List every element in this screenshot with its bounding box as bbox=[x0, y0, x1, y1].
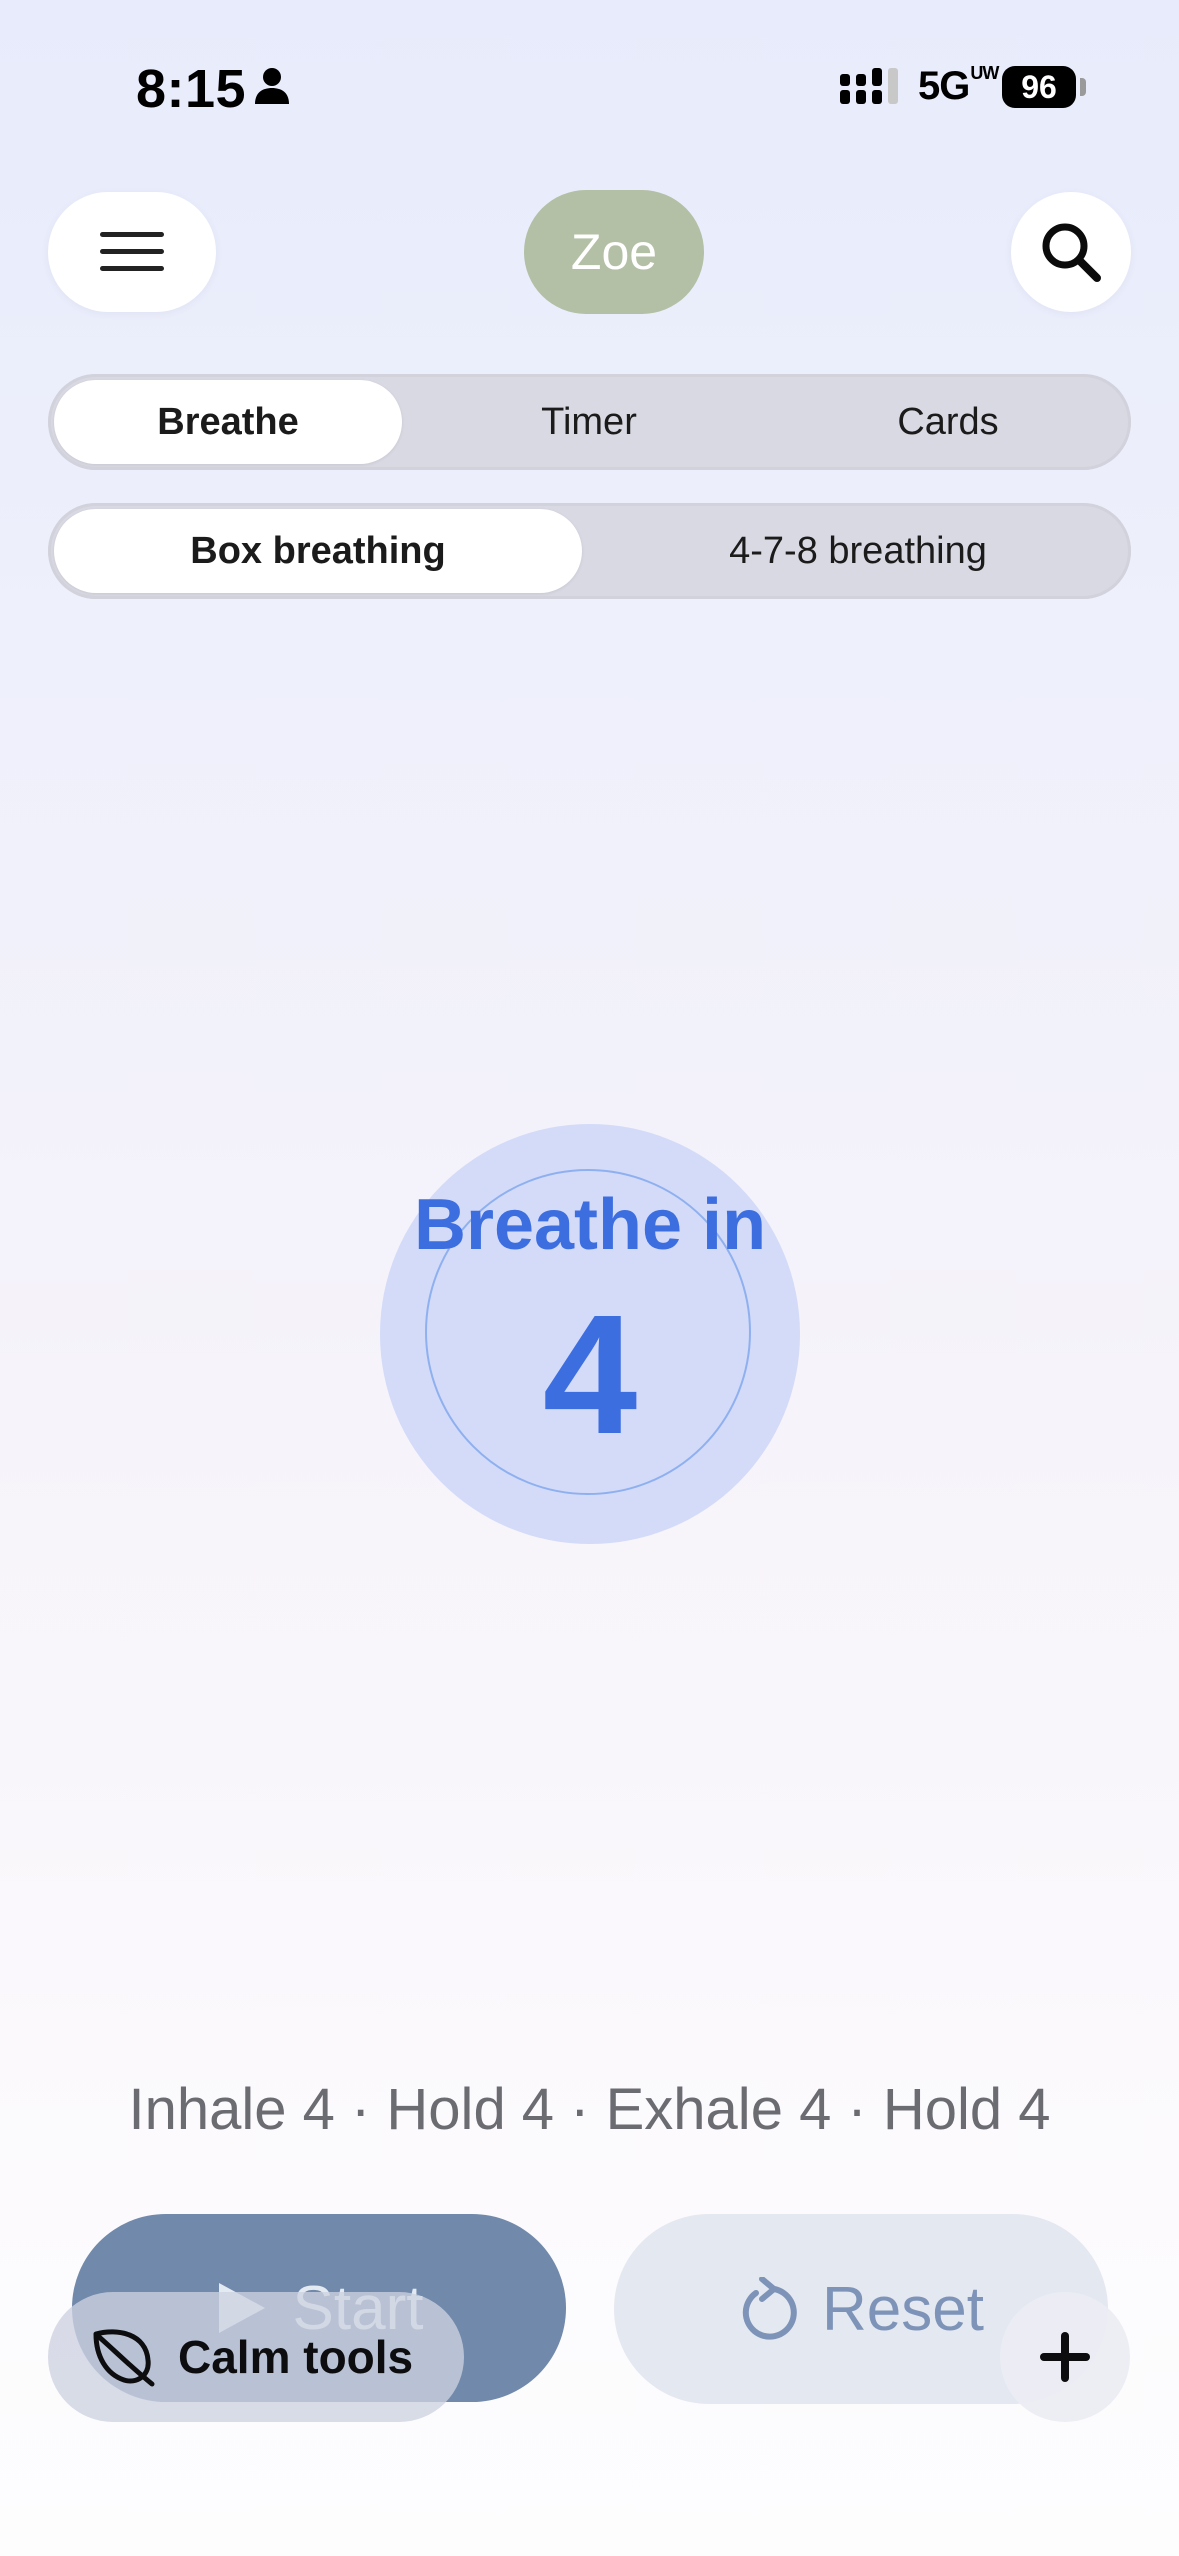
calm-tools-label: Calm tools bbox=[178, 2331, 414, 2383]
network-indicator: 5GUW bbox=[918, 63, 999, 108]
mode-4-7-8-breathing[interactable]: 4-7-8 breathing bbox=[592, 509, 1124, 593]
plus-icon bbox=[1040, 2332, 1090, 2382]
person-icon bbox=[255, 68, 289, 104]
battery-indicator: 96 bbox=[1002, 66, 1076, 108]
search-button[interactable] bbox=[1011, 192, 1131, 312]
breathing-mode-selector: Box breathing 4-7-8 breathing bbox=[48, 503, 1131, 599]
cellular-signal-icon bbox=[840, 68, 898, 104]
reset-label: Reset bbox=[822, 2274, 984, 2344]
mode-box-breathing[interactable]: Box breathing bbox=[54, 509, 582, 593]
search-icon bbox=[1042, 223, 1101, 282]
tab-timer[interactable]: Timer bbox=[420, 380, 758, 464]
reset-icon bbox=[742, 2277, 797, 2340]
tab-breathe[interactable]: Breathe bbox=[54, 380, 402, 464]
tab-cards[interactable]: Cards bbox=[778, 380, 1118, 464]
tab-bar: Breathe Timer Cards bbox=[48, 374, 1131, 470]
leaf-icon bbox=[93, 2329, 155, 2387]
hamburger-menu-icon bbox=[100, 232, 164, 271]
battery-cap bbox=[1080, 78, 1086, 96]
avatar[interactable]: Zoe bbox=[524, 190, 704, 314]
add-button[interactable] bbox=[1000, 2292, 1130, 2422]
breathing-phase: Breathe in bbox=[413, 1185, 767, 1265]
status-time: 8:15 bbox=[136, 59, 247, 119]
breathing-count: 4 bbox=[542, 1280, 638, 1470]
breathing-pattern: Inhale 4 · Hold 4 · Exhale 4 · Hold 4 bbox=[128, 2077, 1051, 2142]
menu-button[interactable] bbox=[48, 192, 216, 312]
calm-tools-button[interactable]: Calm tools bbox=[48, 2292, 464, 2422]
